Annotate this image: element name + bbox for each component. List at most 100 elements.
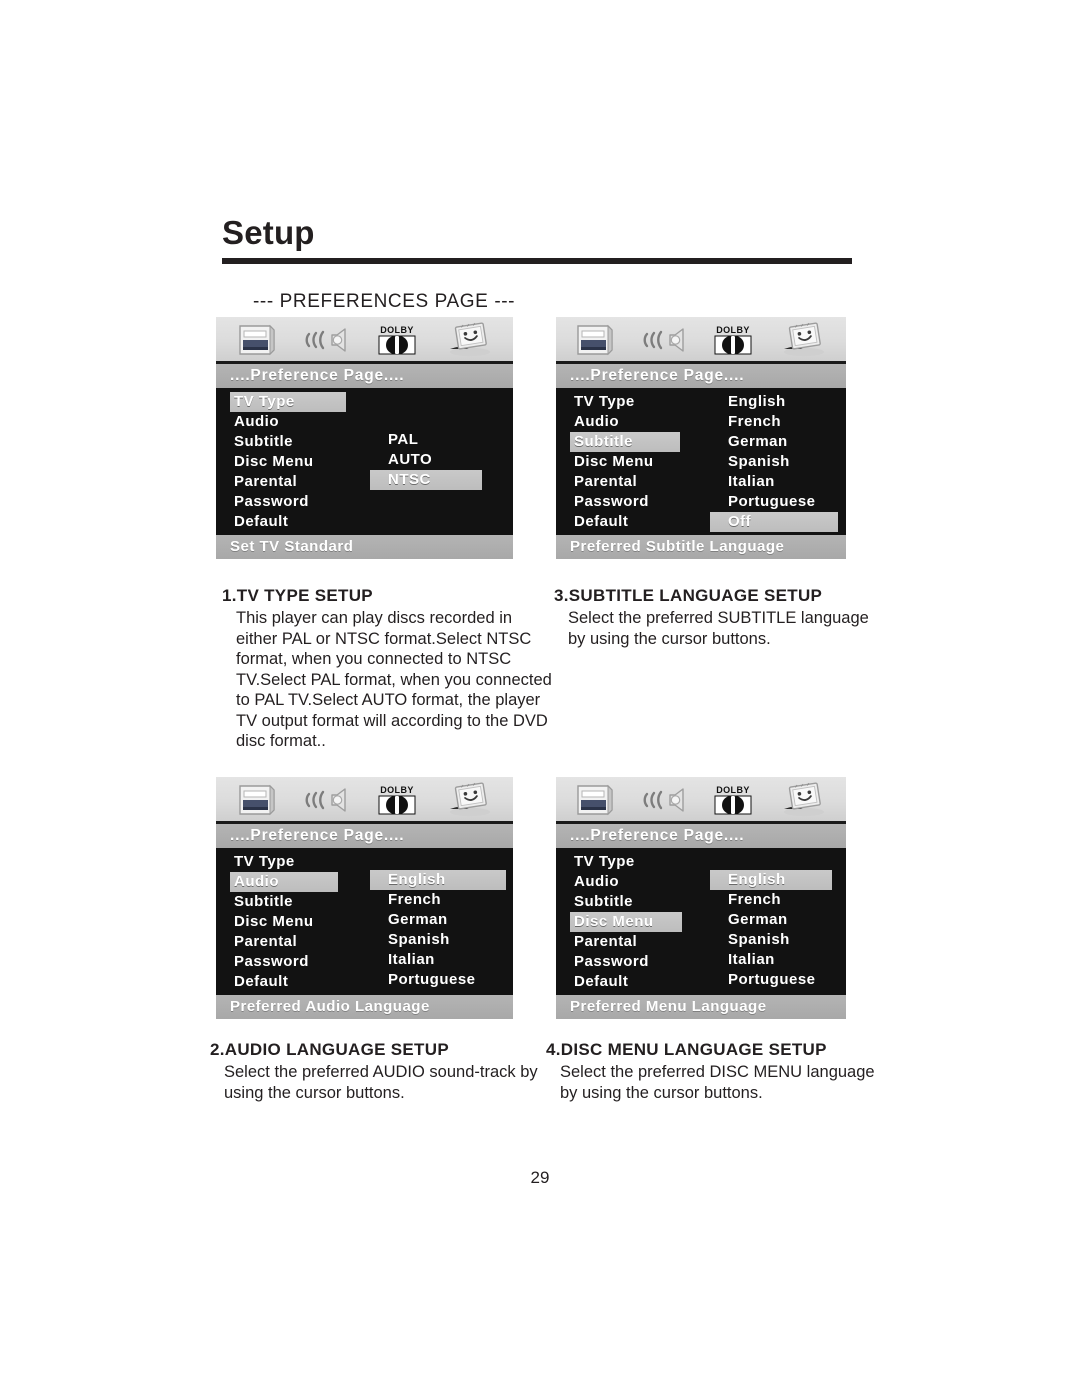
- osd-icon-bar: DOLBY: [556, 317, 846, 364]
- osd-menu-item[interactable]: Subtitle: [556, 432, 696, 452]
- osd-menu-item[interactable]: Subtitle: [556, 892, 696, 912]
- osd-menu-item-label: French: [728, 891, 782, 908]
- display-face-icon[interactable]: [444, 322, 498, 358]
- osd-menu-item[interactable]: TV Type: [556, 392, 696, 412]
- osd-menu-item[interactable]: Parental: [556, 472, 696, 492]
- speaker-waves-icon[interactable]: [302, 782, 354, 818]
- description-tv-type-setup: 1.TV TYPE SETUP This player can play dis…: [222, 586, 552, 752]
- page-number: 29: [530, 1168, 550, 1187]
- osd-menu-item-label: PAL: [388, 431, 419, 448]
- osd-body: TV Type Audio Subtitle Disc Menu Parental Pas…: [216, 848, 513, 995]
- osd-icon-bar: DOLBY: [216, 317, 513, 364]
- osd-menu-item[interactable]: Audio: [216, 872, 356, 892]
- manual-page: Setup --- PREFERENCES PAGE --- DOLBY....…: [0, 0, 1080, 1397]
- tv-card-icon[interactable]: [572, 782, 618, 818]
- osd-menu-item[interactable]: French: [364, 890, 512, 910]
- display-face-icon[interactable]: [444, 782, 498, 818]
- osd-menu-item[interactable]: Disc Menu: [216, 912, 356, 932]
- osd-menu-item[interactable]: English: [364, 870, 512, 890]
- osd-menu-item[interactable]: Default: [556, 972, 696, 992]
- osd-menu-item[interactable]: Audio: [216, 412, 356, 432]
- speaker-waves-icon[interactable]: [640, 322, 692, 358]
- osd-menu-item-label: English: [388, 871, 446, 888]
- osd-menu-item[interactable]: Spanish: [704, 930, 846, 950]
- tv-card-icon[interactable]: [572, 322, 618, 358]
- osd-menu-item-label: TV Type: [574, 853, 635, 870]
- osd-menu-item-label: TV Type: [574, 393, 635, 410]
- speaker-waves-icon[interactable]: [302, 322, 354, 358]
- osd-menu-item[interactable]: Default: [216, 512, 356, 532]
- osd-menu-item-label: Disc Menu: [574, 913, 654, 930]
- osd-menu-item[interactable]: Disc Menu: [556, 912, 696, 932]
- osd-menu-column: TV Type Audio Subtitle Disc Menu Parental Pas…: [216, 392, 356, 532]
- osd-menu-item[interactable]: Portuguese: [704, 970, 846, 990]
- osd-menu-item[interactable]: Subtitle: [216, 432, 356, 452]
- osd-menu-item-label: Default: [574, 513, 629, 530]
- osd-menu-item-label: Parental: [574, 473, 638, 490]
- osd-screen-disc-menu: DOLBY ....Preference Page.... TV Type Audio…: [556, 777, 846, 1019]
- osd-menu-item-label: Subtitle: [234, 433, 293, 450]
- tv-card-icon[interactable]: [234, 782, 280, 818]
- osd-menu-item[interactable]: German: [704, 432, 846, 452]
- osd-menu-item[interactable]: German: [704, 910, 846, 930]
- osd-menu-item-label: Off: [728, 513, 752, 530]
- osd-menu-item-label: TV Type: [234, 393, 295, 410]
- dolby-digital-icon[interactable]: DOLBY: [710, 322, 756, 358]
- osd-menu-item[interactable]: TV Type: [216, 392, 356, 412]
- description-title: 4.DISC MENU LANGUAGE SETUP: [546, 1040, 827, 1059]
- osd-menu-item[interactable]: Parental: [556, 932, 696, 952]
- osd-menu-item-label: German: [728, 911, 788, 928]
- display-face-icon[interactable]: [778, 322, 832, 358]
- osd-menu-item[interactable]: Default: [556, 512, 696, 532]
- osd-menu-item[interactable]: NTSC: [364, 470, 504, 490]
- description-title: 2.AUDIO LANGUAGE SETUP: [210, 1040, 449, 1059]
- osd-menu-item[interactable]: Off: [704, 512, 846, 532]
- dolby-digital-icon[interactable]: DOLBY: [374, 782, 420, 818]
- osd-menu-item[interactable]: AUTO: [364, 450, 504, 470]
- osd-menu-item[interactable]: Password: [216, 492, 356, 512]
- osd-menu-item[interactable]: Password: [556, 492, 696, 512]
- osd-menu-item[interactable]: English: [704, 392, 846, 412]
- osd-menu-item[interactable]: TV Type: [216, 852, 356, 872]
- osd-menu-item[interactable]: Default: [216, 972, 356, 992]
- osd-body: TV Type Audio Subtitle Disc Menu Parental Pas…: [556, 848, 846, 995]
- osd-menu-item-label: Subtitle: [234, 893, 293, 910]
- osd-menu-item-label: Default: [234, 973, 289, 990]
- osd-menu-item[interactable]: Italian: [364, 950, 512, 970]
- osd-menu-item[interactable]: French: [704, 890, 846, 910]
- osd-menu-item[interactable]: Password: [216, 952, 356, 972]
- display-face-icon[interactable]: [778, 782, 832, 818]
- osd-menu-item[interactable]: PAL: [364, 430, 504, 450]
- osd-menu-item[interactable]: Italian: [704, 472, 846, 492]
- osd-menu-item[interactable]: Spanish: [704, 452, 846, 472]
- osd-menu-item[interactable]: Italian: [704, 950, 846, 970]
- osd-menu-item[interactable]: TV Type: [556, 852, 696, 872]
- osd-menu-item[interactable]: Disc Menu: [556, 452, 696, 472]
- osd-menu-item[interactable]: Subtitle: [216, 892, 356, 912]
- osd-menu-item-label: Portuguese: [728, 493, 816, 510]
- osd-menu-item-label: Audio: [234, 873, 279, 890]
- osd-menu-item[interactable]: German: [364, 910, 512, 930]
- osd-menu-item-label: NTSC: [388, 471, 431, 488]
- osd-menu-item[interactable]: Parental: [216, 472, 356, 492]
- osd-menu-item-label: Subtitle: [574, 433, 633, 450]
- svg-text:DOLBY: DOLBY: [716, 325, 750, 335]
- osd-menu-item[interactable]: Parental: [216, 932, 356, 952]
- osd-menu-item[interactable]: Spanish: [364, 930, 512, 950]
- page-title: Setup: [222, 214, 315, 251]
- dolby-digital-icon[interactable]: DOLBY: [374, 322, 420, 358]
- speaker-waves-icon[interactable]: [640, 782, 692, 818]
- tv-card-icon[interactable]: [234, 322, 280, 358]
- dolby-digital-icon[interactable]: DOLBY: [710, 782, 756, 818]
- osd-menu-item-label: Parental: [574, 933, 638, 950]
- osd-menu-item[interactable]: Disc Menu: [216, 452, 356, 472]
- osd-menu-item[interactable]: English: [704, 870, 846, 890]
- osd-menu-item-label: Password: [234, 493, 309, 510]
- osd-menu-item[interactable]: French: [704, 412, 846, 432]
- osd-menu-item[interactable]: Portuguese: [364, 970, 512, 990]
- section-caption: --- PREFERENCES PAGE ---: [253, 291, 516, 312]
- osd-menu-item[interactable]: Password: [556, 952, 696, 972]
- osd-menu-item[interactable]: Audio: [556, 412, 696, 432]
- osd-menu-item[interactable]: Audio: [556, 872, 696, 892]
- osd-menu-item[interactable]: Portuguese: [704, 492, 846, 512]
